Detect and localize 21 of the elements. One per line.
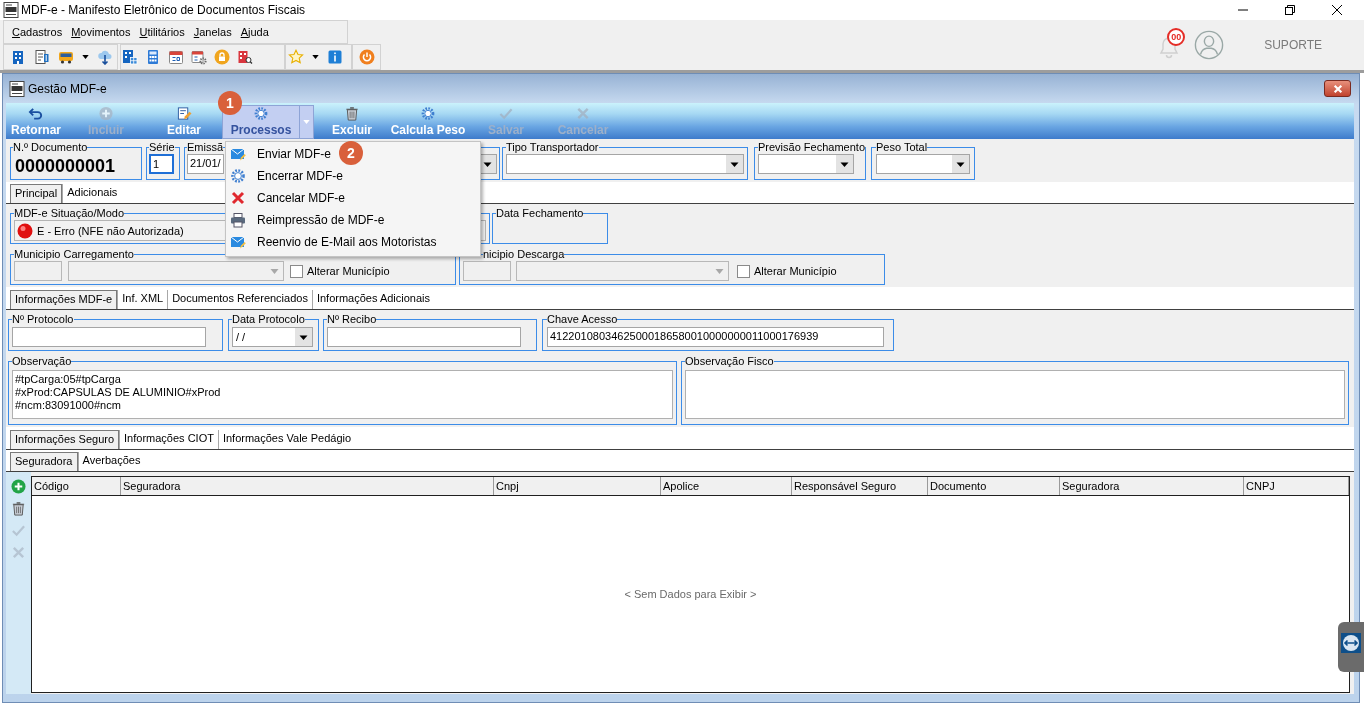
notification-badge: 00 — [1167, 28, 1186, 46]
group-label: Peso Total — [876, 141, 928, 154]
group-label: Previsão Fechamento — [758, 141, 865, 154]
group-label: Municipio Carregamento — [14, 248, 134, 261]
group-label: Data Fechamento — [496, 207, 584, 220]
group-label: Emissã — [187, 141, 224, 154]
group-label: Data Protocolo — [232, 313, 305, 326]
group-label: Observação Fisco — [685, 355, 774, 368]
empty-message: < Sem Dados para Exibir > — [624, 587, 757, 601]
window-title: MDF-e - Manifesto Eletrônico de Documentos Fiscais — [21, 2, 306, 18]
group-label: Série — [149, 141, 175, 154]
group-label: Nº Protocolo — [12, 313, 74, 326]
group-label: Observação — [12, 355, 72, 368]
group-label: Chave Acesso — [547, 313, 618, 326]
group-label: Tipo Transportador — [506, 141, 599, 154]
group-label: Nº Recibo — [327, 313, 377, 326]
window-title: Gestão MDF-e — [28, 81, 107, 96]
document-number: 0000000001 — [14, 155, 117, 178]
group-label: N.º Documento — [13, 141, 88, 154]
group-label: MDF-e Situação/Modo — [14, 207, 125, 220]
group-label: nicipio Descarga — [483, 248, 565, 261]
